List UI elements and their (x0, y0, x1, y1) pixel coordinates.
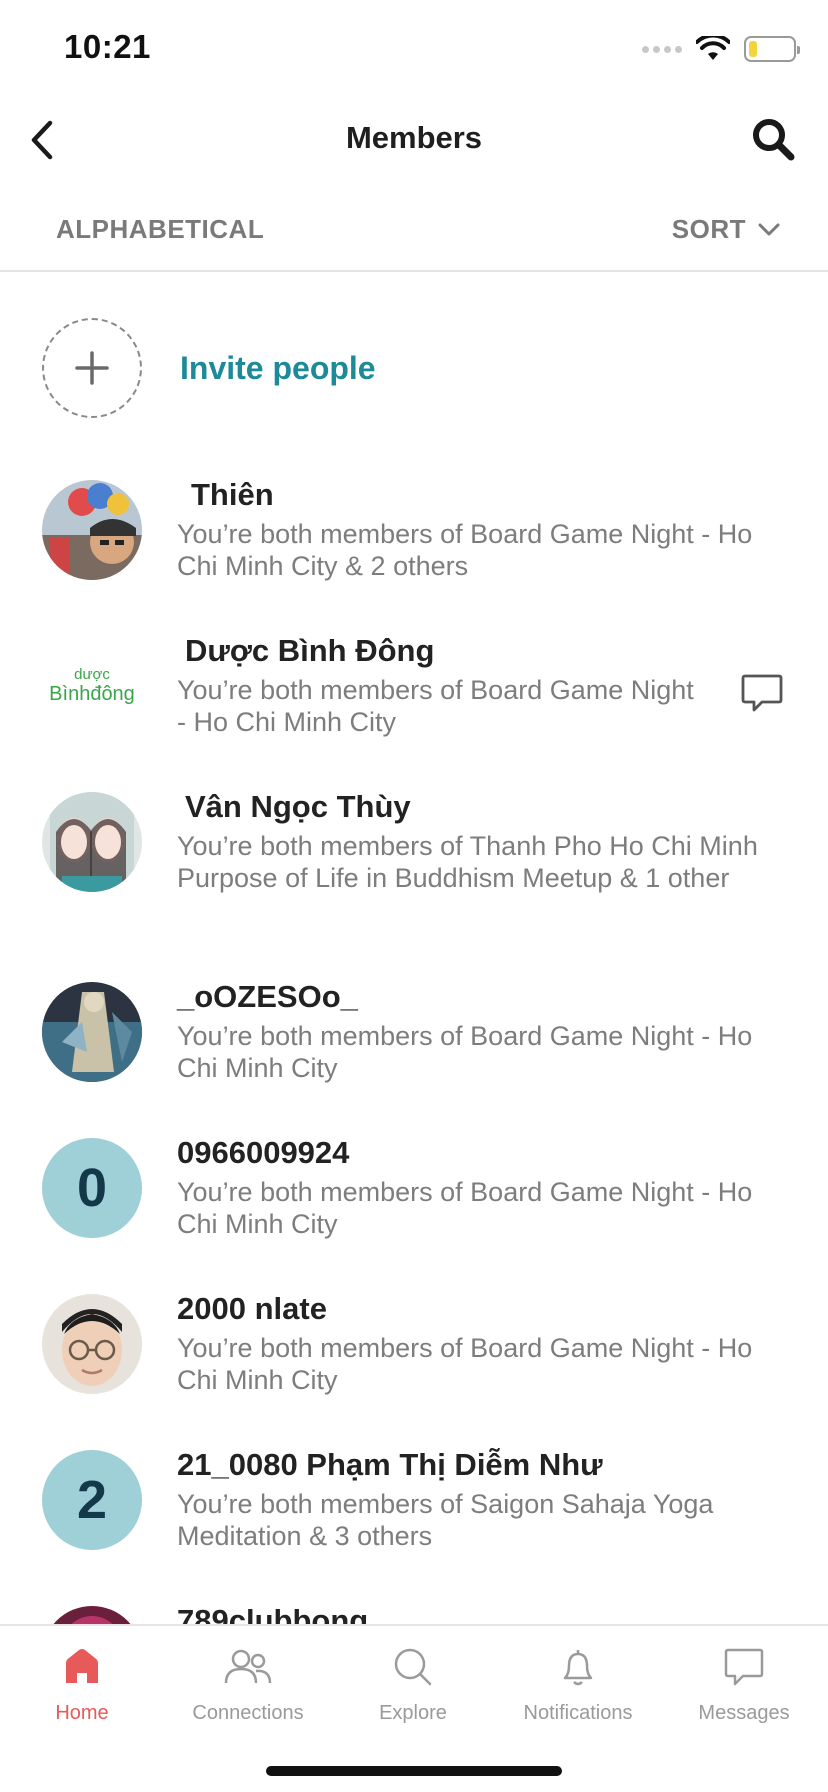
search-icon (394, 1648, 432, 1686)
member-list: Thiên You’re both members of Board Game … (0, 468, 828, 1750)
tab-messages[interactable]: Messages (669, 1644, 819, 1725)
invite-people-button[interactable]: Invite people (42, 316, 376, 420)
tab-home[interactable]: Home (7, 1644, 157, 1725)
avatar (42, 792, 142, 892)
member-subtitle: You’re both members of Board Game Night … (177, 1177, 753, 1239)
invite-circle (42, 318, 142, 418)
member-row[interactable]: dược Bìnhđông Dược Bình Đông You’re both… (0, 624, 828, 780)
avatar-logo-text-bottom: Bìnhđông (49, 683, 135, 705)
bell-icon (563, 1650, 593, 1686)
member-subtitle: You’re both members of Board Game Night … (177, 1333, 753, 1395)
tab-label: Explore (379, 1702, 447, 1724)
member-name: 2000 nlate (177, 1291, 327, 1326)
member-row[interactable]: 2 21_0080 Phạm Thị Diễm Như You’re both … (0, 1438, 828, 1594)
message-button[interactable] (740, 672, 784, 716)
member-info: _oOZESOo_ You’re both members of Board G… (177, 978, 777, 1084)
chevron-down-icon (758, 223, 780, 235)
tab-bar: Home Connections Explore Notifications M… (0, 1624, 828, 1792)
home-indicator (266, 1766, 562, 1776)
invite-label: Invite people (180, 349, 376, 386)
member-name: Dược Bình Đông (185, 633, 435, 668)
plus-icon (75, 351, 109, 385)
avatar (42, 982, 142, 1082)
filter-label: ALPHABETICAL (56, 214, 265, 244)
member-info: Thiên You’re both members of Board Game … (177, 476, 777, 582)
tab-label: Notifications (523, 1702, 633, 1724)
page-title: Members (345, 120, 483, 155)
member-name: _oOZESOo_ (177, 979, 358, 1014)
member-row[interactable]: Vân Ngọc Thùy You’re both members of Tha… (0, 780, 828, 970)
status-indicators (642, 36, 800, 62)
sort-label: SORT (671, 214, 746, 244)
chat-bubble-icon (724, 1648, 764, 1686)
member-subtitle: You’re both members of Board Game Night … (177, 1021, 753, 1083)
member-subtitle: You’re both members of Saigon Sahaja Yog… (177, 1489, 714, 1551)
member-name: Vân Ngọc Thùy (185, 789, 411, 824)
member-row[interactable]: Thiên You’re both members of Board Game … (0, 468, 828, 624)
status-time: 10:21 (64, 28, 151, 65)
member-info: Dược Bình Đông You’re both members of Bo… (177, 632, 697, 738)
wifi-icon (696, 36, 730, 60)
status-bar: 10:21 (0, 0, 828, 100)
tab-connections[interactable]: Connections (173, 1644, 323, 1725)
sort-button[interactable]: SORT (672, 214, 780, 245)
avatar (42, 480, 142, 580)
filter-bar: ALPHABETICAL SORT (0, 196, 828, 272)
tab-label: Connections (192, 1702, 304, 1724)
member-info: 21_0080 Phạm Thị Diễm Như You’re both me… (177, 1446, 777, 1552)
avatar: 2 (42, 1450, 142, 1550)
battery-level (749, 41, 757, 57)
member-name: 21_0080 Phạm Thị Diễm Như (177, 1447, 603, 1482)
header: Members (0, 100, 828, 180)
member-name: Thiên (191, 477, 274, 512)
member-row[interactable]: _oOZESOo_ You’re both members of Board G… (0, 970, 828, 1126)
member-name: 0966009924 (177, 1135, 350, 1170)
member-info: Vân Ngọc Thùy You’re both members of Tha… (177, 788, 777, 894)
people-icon (224, 1649, 272, 1684)
member-row[interactable]: 2000 nlate You’re both members of Board … (0, 1282, 828, 1438)
member-subtitle: You’re both members of Thanh Pho Ho Chi … (177, 831, 758, 893)
avatar-logo-text-top: dược (74, 666, 110, 683)
battery-icon (744, 36, 800, 62)
search-icon (753, 119, 795, 161)
member-info: 0966009924 You’re both members of Board … (177, 1134, 777, 1240)
avatar: 0 (42, 1138, 142, 1238)
avatar (42, 1294, 142, 1394)
tab-label: Home (55, 1702, 109, 1724)
home-icon (66, 1649, 98, 1683)
member-row[interactable]: 0 0966009924 You’re both members of Boar… (0, 1126, 828, 1282)
cellular-signal-icon (642, 45, 682, 53)
tab-label: Messages (698, 1702, 790, 1724)
tab-explore[interactable]: Explore (338, 1644, 488, 1725)
member-subtitle: You’re both members of Board Game Night … (177, 519, 753, 581)
member-subtitle: You’re both members of Board Game Night … (177, 675, 694, 737)
tab-notifications[interactable]: Notifications (503, 1644, 653, 1725)
avatar: dược Bìnhđông (42, 636, 142, 736)
search-button[interactable] (748, 114, 798, 164)
member-info: 2000 nlate You’re both members of Board … (177, 1290, 777, 1396)
